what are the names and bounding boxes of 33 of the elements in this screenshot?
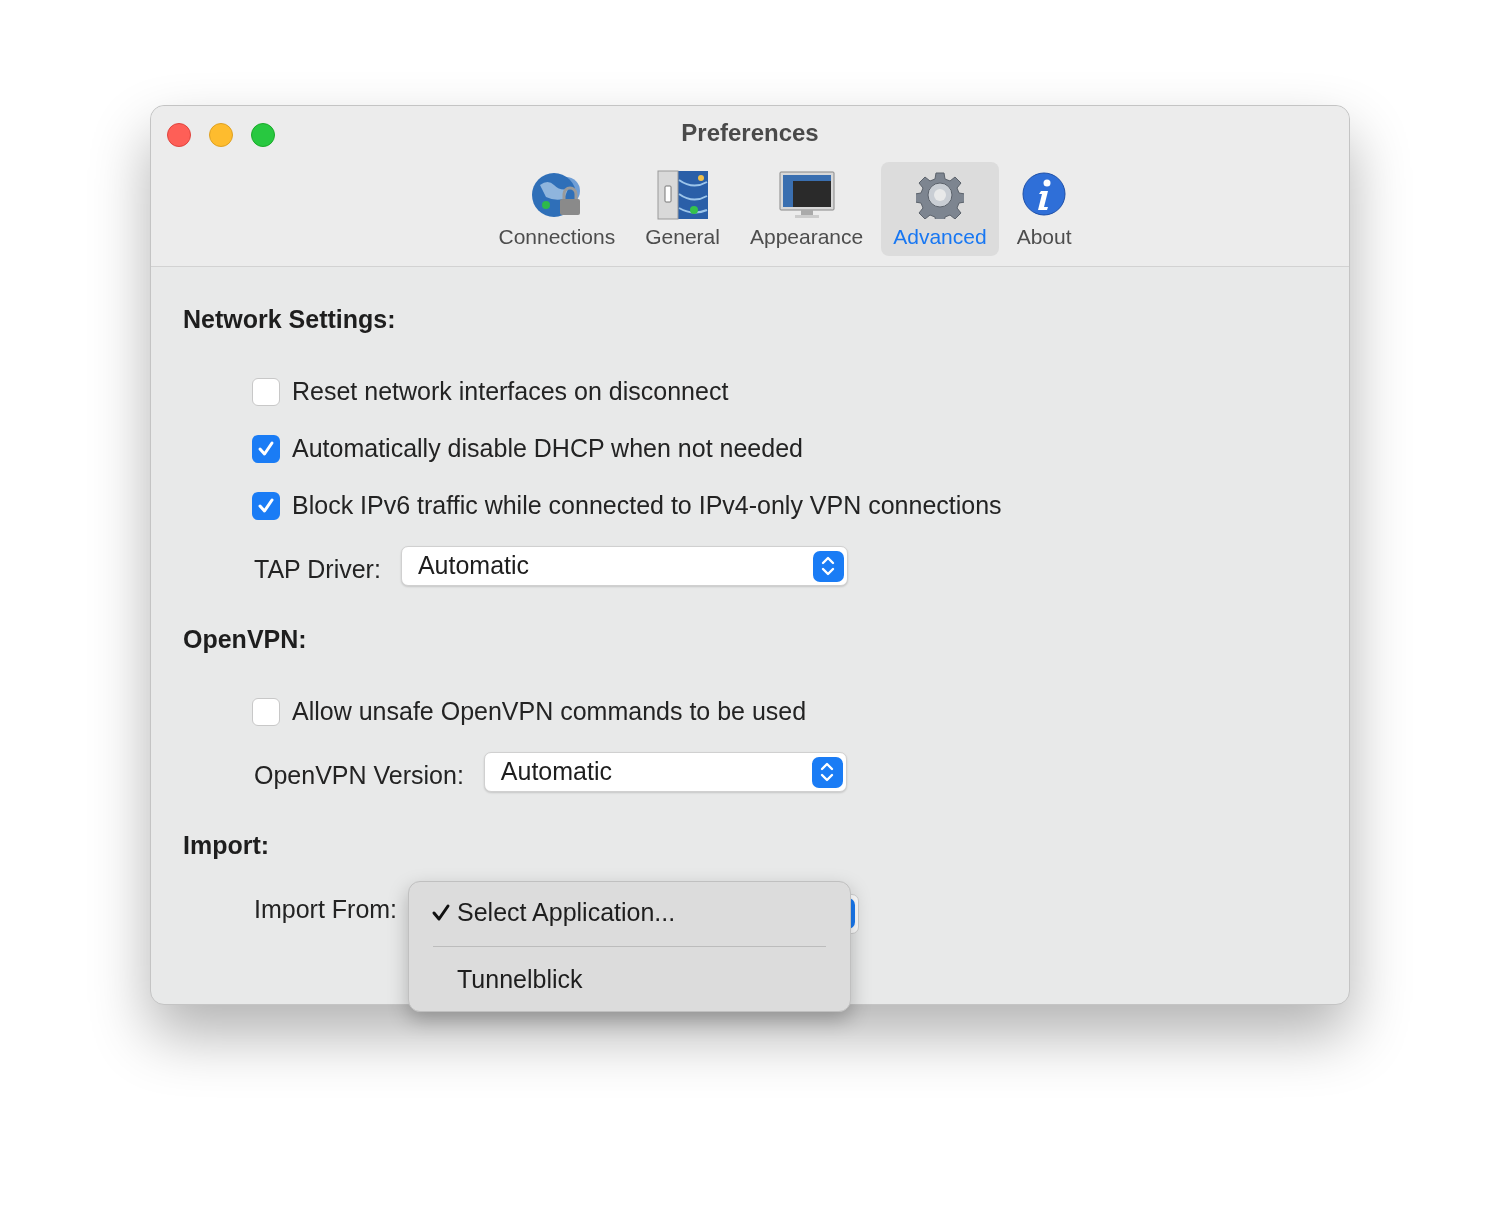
toolbar-tab[interactable]: Appearance (737, 162, 876, 256)
popup-button[interactable]: Automatic (400, 546, 848, 586)
checkmark-icon (431, 903, 451, 923)
section-heading: OpenVPN: (183, 624, 307, 656)
field-label: Import From: (254, 894, 398, 926)
menu-item[interactable]: Select Application... (409, 888, 850, 938)
section-heading: Import: (183, 830, 270, 862)
info-icon (1021, 171, 1068, 219)
checkbox-label: Allow unsafe OpenVPN commands to be used (292, 695, 807, 727)
stepper-icon (811, 756, 843, 788)
checkbox-label: Block IPv6 traffic while connected to IPv4-only VPN connections (292, 489, 1002, 521)
menu-item[interactable]: Tunnelblick (409, 955, 850, 1005)
field-label: OpenVPN Version: (254, 760, 464, 792)
checkbox[interactable] (252, 377, 280, 406)
field-label: TAP Driver: (254, 554, 381, 586)
section-heading: Network Settings: (183, 304, 396, 336)
popup-button[interactable]: Automatic (483, 752, 847, 792)
checkbox[interactable] (252, 434, 280, 463)
window-title: Preferences (681, 119, 819, 147)
switch-panel-icon (656, 170, 709, 220)
gear-icon (915, 171, 964, 219)
minimize-button[interactable] (209, 123, 233, 147)
toolbar-tab[interactable]: Connections (486, 162, 628, 256)
stepper-icon (812, 550, 844, 582)
monitor-icon (778, 171, 835, 219)
checkbox[interactable] (252, 491, 280, 520)
toolbar-tab[interactable]: General (633, 162, 732, 256)
toolbar-tab[interactable]: About (1004, 162, 1084, 256)
checkbox[interactable] (252, 697, 280, 726)
checkbox-label: Reset network interfaces on disconnect (292, 375, 729, 407)
zoom-button[interactable] (251, 123, 275, 147)
checkbox-label: Automatically disable DHCP when not needed (292, 432, 803, 464)
close-button[interactable] (167, 123, 191, 147)
